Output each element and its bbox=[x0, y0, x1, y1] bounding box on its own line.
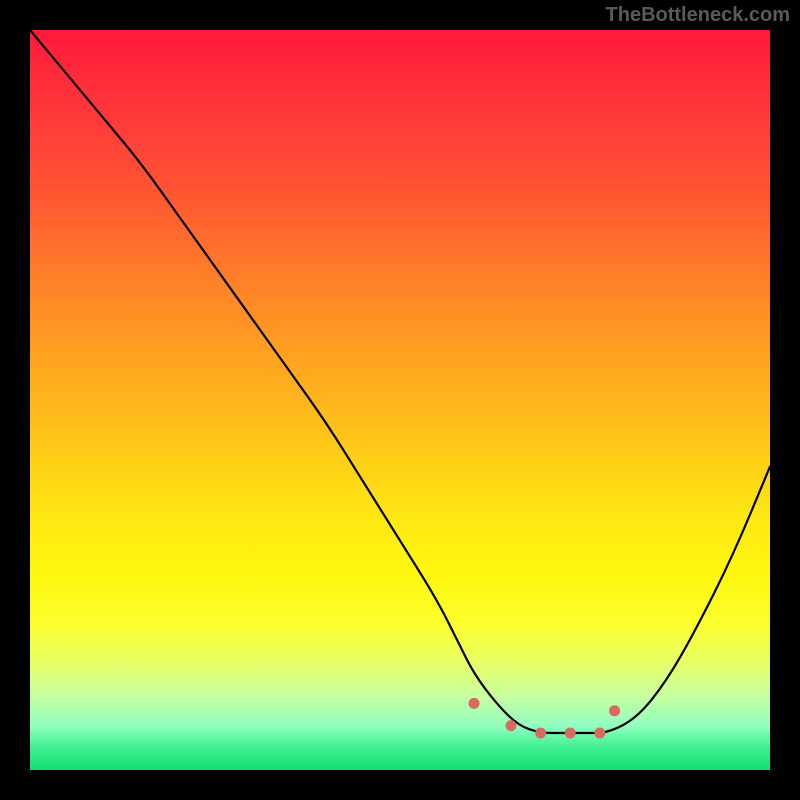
marker-point bbox=[594, 728, 605, 739]
plot-area bbox=[30, 30, 770, 770]
marker-point bbox=[609, 705, 620, 716]
bottleneck-curve bbox=[30, 30, 770, 733]
marker-point bbox=[506, 720, 517, 731]
watermark-text: TheBottleneck.com bbox=[606, 4, 790, 27]
marker-point bbox=[469, 698, 480, 709]
chart-svg bbox=[30, 30, 770, 770]
curve-markers bbox=[469, 698, 621, 739]
marker-point bbox=[535, 728, 546, 739]
marker-point bbox=[565, 728, 576, 739]
